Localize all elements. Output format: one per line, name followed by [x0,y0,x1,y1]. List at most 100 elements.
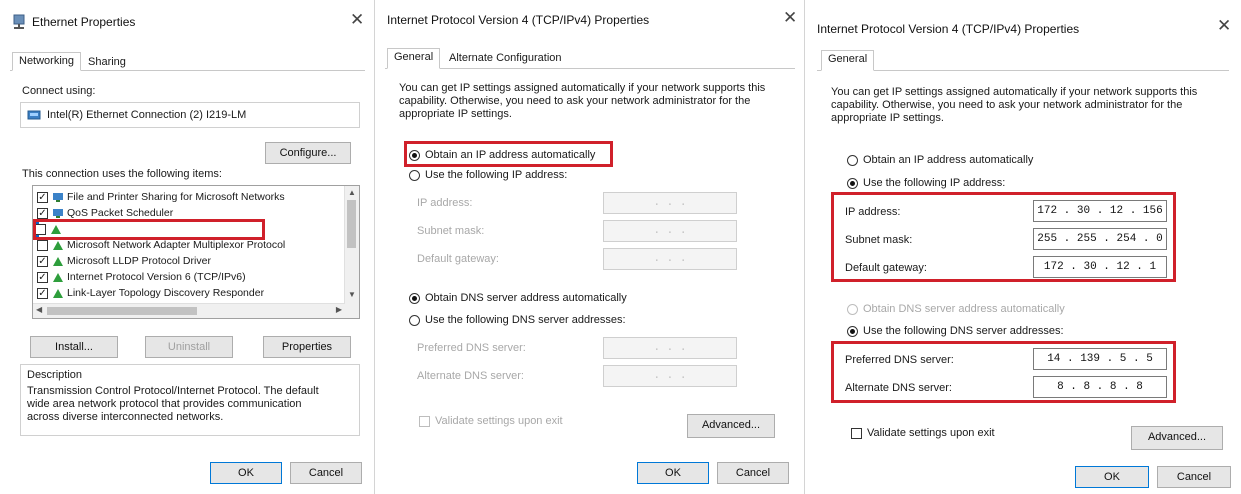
ok-button[interactable]: OK [637,462,709,484]
advanced-button[interactable]: Advanced... [1131,426,1223,450]
tab-strip-line [385,68,795,69]
use-following-ip-radio[interactable] [409,170,420,181]
item-label: Microsoft Network Adapter Multiplexor Pr… [67,239,286,251]
ip-address-label: IP address: [845,206,901,218]
tab-alternate-configuration[interactable]: Alternate Configuration [443,50,568,66]
uninstall-button[interactable]: Uninstall [145,336,233,358]
tab-sharing[interactable]: Sharing [82,54,132,70]
default-gateway-input[interactable]: 172 . 30 . 12 . 1 [1033,256,1167,278]
use-following-ip-radio[interactable] [847,178,858,189]
adapter-icon [27,110,41,120]
list-vertical-scrollbar[interactable]: ▲ ▼ [344,186,359,318]
item-checkbox[interactable] [37,240,48,251]
network-adapter-icon [13,14,25,29]
advanced-button[interactable]: Advanced... [687,414,775,438]
validate-checkbox[interactable] [851,428,862,439]
hscroll-thumb[interactable] [47,307,197,315]
obtain-ip-auto-radio[interactable] [847,155,858,166]
default-gateway-label: Default gateway: [417,253,499,265]
item-label: Internet Protocol Version 4 (TCP/IPv4) [65,223,244,235]
item-checkbox[interactable]: ✓ [37,208,48,219]
ipv4-properties-dialog-static: Internet Protocol Version 4 (TCP/IPv4) P… [805,0,1241,494]
item-label: Internet Protocol Version 6 (TCP/IPv6) [67,271,246,283]
subnet-mask-input[interactable]: . . . [603,220,737,242]
cancel-button[interactable]: Cancel [290,462,362,484]
close-icon[interactable]: ✕ [1217,16,1231,36]
configure-button[interactable]: Configure... [265,142,351,164]
dialog-title: Internet Protocol Version 4 (TCP/IPv4) P… [387,13,650,27]
preferred-dns-input[interactable]: 14 . 139 . 5 . 5 [1033,348,1167,370]
ethernet-properties-dialog: Ethernet Properties ✕ Networking Sharing… [0,0,375,494]
intro-text: You can get IP settings assigned automat… [399,82,766,120]
obtain-dns-auto-label: Obtain DNS server address automatically [863,303,1065,315]
item-checkbox[interactable]: ✓ [37,272,48,283]
scroll-left-icon[interactable]: ◀ [36,305,42,314]
scroll-right-icon[interactable]: ▶ [336,305,342,314]
intro-text: You can get IP settings assigned automat… [831,86,1198,124]
obtain-dns-auto-radio[interactable] [847,304,858,315]
validate-checkbox[interactable] [419,416,430,427]
item-checkbox[interactable]: ✓ [37,192,48,203]
obtain-ip-auto-label: Obtain an IP address automatically [425,149,596,161]
properties-button[interactable]: Properties [263,336,351,358]
use-following-dns-radio[interactable] [409,315,420,326]
connect-using-label: Connect using: [22,85,96,97]
item-label: Microsoft LLDP Protocol Driver [67,255,211,267]
close-icon[interactable]: ✕ [350,10,364,30]
use-following-dns-radio[interactable] [847,326,858,337]
scroll-thumb[interactable] [347,200,356,248]
use-following-ip-label: Use the following IP address: [863,177,1006,189]
validate-label: Validate settings upon exit [867,427,995,439]
ip-address-input[interactable]: 172 . 30 . 12 . 156 [1033,200,1167,222]
subnet-mask-label: Subnet mask: [845,234,913,246]
components-list[interactable]: ✓ File and Printer Sharing for Microsoft … [32,185,360,319]
obtain-ip-auto-radio[interactable] [409,150,420,161]
network-share-icon [53,209,63,218]
preferred-dns-input[interactable]: . . . [603,337,737,359]
item-checkbox[interactable]: ✓ [37,288,48,299]
obtain-ip-auto-label: Obtain an IP address automatically [863,154,1034,166]
tab-strip-line [817,70,1229,71]
tab-networking[interactable]: Networking [12,52,82,71]
install-button[interactable]: Install... [30,336,118,358]
item-label: QoS Packet Scheduler [67,207,174,219]
cancel-button[interactable]: Cancel [1157,466,1231,488]
list-horizontal-scrollbar[interactable]: ◀ ▶ [33,303,345,318]
item-label: Link-Layer Topology Discovery Responder [67,287,265,299]
default-gateway-label: Default gateway: [845,262,927,274]
ipv4-properties-dialog-auto: Internet Protocol Version 4 (TCP/IPv4) P… [375,0,805,494]
cancel-button[interactable]: Cancel [717,462,789,484]
ok-button[interactable]: OK [1075,466,1149,488]
use-following-ip-label: Use the following IP address: [425,169,568,181]
adapter-name: Intel(R) Ethernet Connection (2) I219-LM [47,109,247,121]
default-gateway-input[interactable]: . . . [603,248,737,270]
protocol-icon [53,273,63,282]
description-label: Description [27,369,83,381]
protocol-icon [51,225,61,234]
dialog-title: Internet Protocol Version 4 (TCP/IPv4) P… [817,22,1080,36]
alternate-dns-input[interactable]: 8 . 8 . 8 . 8 [1033,376,1167,398]
obtain-dns-auto-radio[interactable] [409,293,420,304]
preferred-dns-label: Preferred DNS server: [417,342,526,354]
tab-general[interactable]: General [387,48,441,69]
ip-address-input[interactable]: . . . [603,192,737,214]
alternate-dns-input[interactable]: . . . [603,365,737,387]
adapter-field: Intel(R) Ethernet Connection (2) I219-LM [20,102,360,128]
protocol-icon [53,289,63,298]
scroll-down-icon[interactable]: ▼ [348,290,356,299]
ok-button[interactable]: OK [210,462,282,484]
alternate-dns-label: Alternate DNS server: [417,370,524,382]
tab-general[interactable]: General [821,50,875,71]
item-checkbox[interactable]: ✓ [37,256,48,267]
subnet-mask-input[interactable]: 255 . 255 . 254 . 0 [1033,228,1167,250]
scroll-up-icon[interactable]: ▲ [348,188,356,197]
subnet-mask-label: Subnet mask: [417,225,485,237]
validate-label: Validate settings upon exit [435,415,563,427]
use-following-dns-label: Use the following DNS server addresses: [863,325,1064,337]
list-item[interactable]: ✓ Internet Protocol Version 4 (TCP/IPv4) [35,222,244,237]
item-checkbox[interactable]: ✓ [35,224,46,235]
protocol-icon [53,257,63,266]
description-group: Description Transmission Control Protoco… [20,364,360,436]
close-icon[interactable]: ✕ [783,8,797,28]
dialog-title: Ethernet Properties [32,15,136,29]
